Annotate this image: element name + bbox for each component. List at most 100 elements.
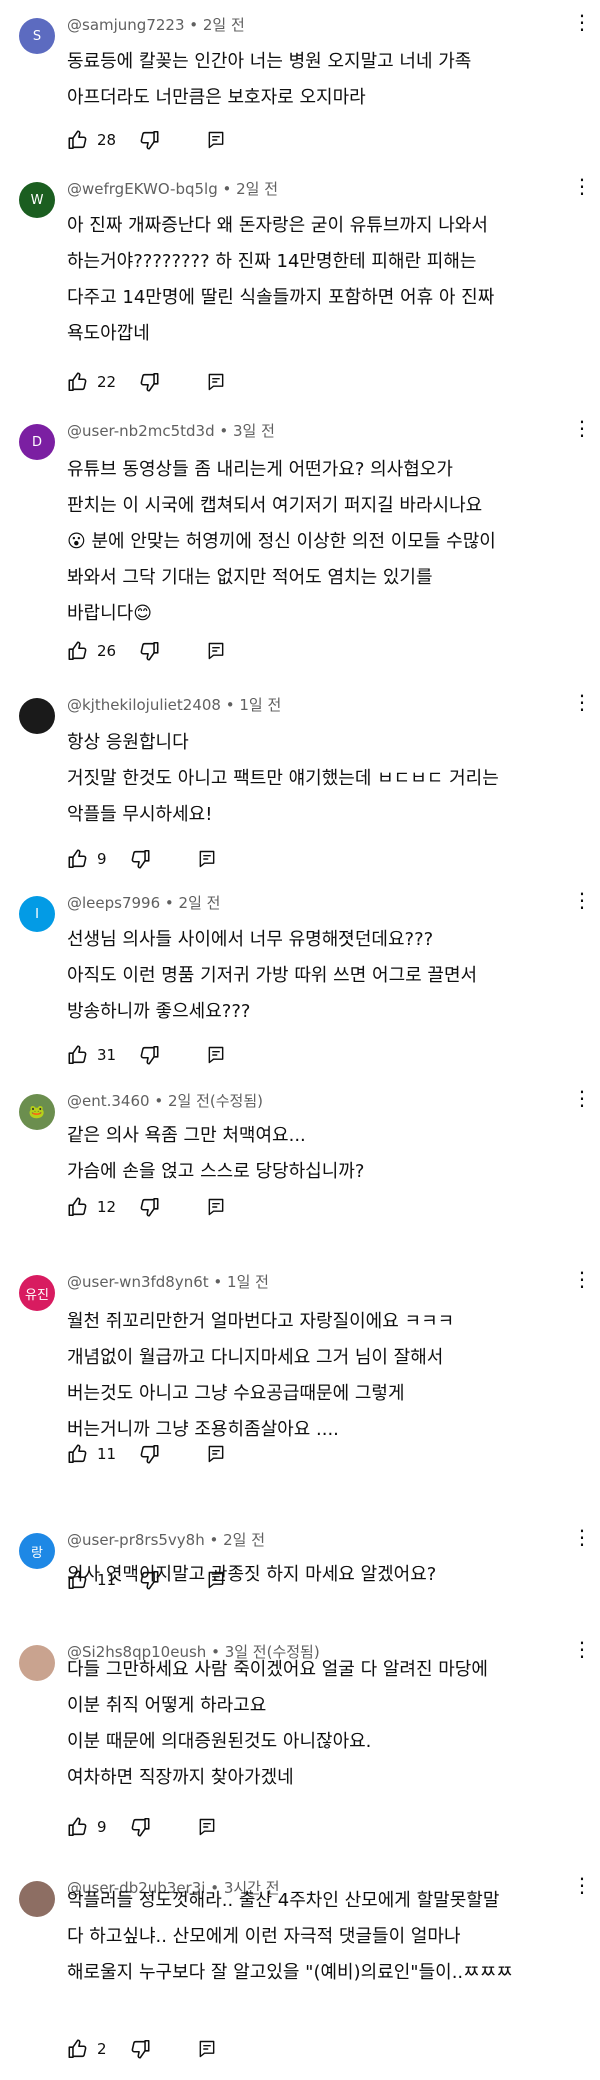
like-button[interactable]: 12 [67,1196,116,1218]
thumbs-down-icon [129,848,151,870]
like-count: 28 [97,131,117,149]
like-count: 11 [97,1445,117,1463]
like-button[interactable]: 11 [67,1569,116,1591]
dislike-button[interactable] [138,640,160,662]
comment-header: @kjthekilojuliet2408 • 1일 전 [67,694,281,715]
thumbs-down-icon [138,1044,160,1066]
dislike-button[interactable] [138,1044,160,1066]
dislike-button[interactable] [138,1196,160,1218]
comment-actions: 9 [67,1815,217,1839]
reply-button[interactable] [197,2039,217,2059]
reply-button[interactable] [197,1817,217,1837]
thumbs-up-icon [67,1569,89,1591]
avatar-initial: S [32,28,42,44]
like-button[interactable]: 28 [67,129,116,151]
avatar[interactable]: W [19,182,55,218]
avatar[interactable] [19,1645,55,1681]
comment-actions: 22 [67,370,226,394]
more-options-button[interactable]: ⋮ [572,12,592,32]
comment-line: 다주고 14만명에 딸린 식솔들까지 포함하면 어휴 아 진짜 [67,287,495,308]
reply-button[interactable] [206,1045,226,1065]
author-name[interactable]: @kjthekilojuliet2408 [67,696,221,714]
reply-button[interactable] [206,641,226,661]
thumbs-down-icon [138,1569,160,1591]
dislike-button[interactable] [138,1569,160,1591]
avatar[interactable]: I [19,896,55,932]
comment-line: 가슴에 손을 얹고 스스로 당당하십니까? [67,1161,365,1182]
avatar[interactable]: D [19,424,55,460]
comment-text: 선생님 의사들 사이에서 너무 유명해졋던데요??? 아직도 이런 명품 기저귀 … [67,922,577,1030]
comment-line: 😮 분에 안맞는 허영끼에 정신 이상한 의전 이모들 수많이 [67,531,496,552]
like-button[interactable]: 9 [67,848,107,870]
dislike-button[interactable] [129,2038,151,2060]
reply-button[interactable] [206,372,226,392]
author-name[interactable]: @user-pr8rs5vy8h [67,1531,205,1549]
comment-time: 3일 전 [233,422,275,440]
more-options-button[interactable]: ⋮ [572,1269,592,1289]
more-options-button[interactable]: ⋮ [572,1527,592,1547]
author-name[interactable]: @leeps7996 [67,894,160,912]
thumbs-up-icon [67,1816,89,1838]
comment-line: 방송하니까 좋으세요??? [67,1001,251,1022]
dislike-button[interactable] [138,1443,160,1465]
dislike-button[interactable] [138,129,160,151]
more-options-button[interactable]: ⋮ [572,176,592,196]
more-options-button[interactable]: ⋮ [572,1088,592,1108]
author-name[interactable]: @samjung7223 [67,16,185,34]
reply-icon [206,1045,226,1065]
avatar[interactable]: 🐸 [19,1094,55,1130]
reply-button[interactable] [197,849,217,869]
comment-line: 욕도아깝네 [67,323,150,344]
more-options-button[interactable]: ⋮ [572,418,592,438]
author-name[interactable]: @user-nb2mc5td3d [67,422,215,440]
like-button[interactable]: 31 [67,1044,116,1066]
comment-line: 악플러들 정도껏해라.. 출산 4주차인 산모에게 할말못할말 [67,1890,500,1911]
comment-line: 봐와서 그닥 기대는 없지만 적어도 염치는 있기를 [67,567,433,588]
author-name[interactable]: @ent.3460 [67,1092,150,1110]
comment-line: 선생님 의사들 사이에서 너무 유명해졋던데요??? [67,929,434,950]
comment-header: @wefrgEKWO-bq5lg • 2일 전 [67,178,278,199]
separator-dot: • [149,1092,168,1110]
thumbs-down-icon [138,1443,160,1465]
thumbs-up-icon [67,1443,89,1465]
comment-text: 같은 의사 욕좀 그만 처맥여요... 가슴에 손을 얹고 스스로 당당하십니까? [67,1118,577,1190]
like-button[interactable]: 2 [67,2038,107,2060]
comment-actions: 28 [67,128,226,152]
reply-button[interactable] [206,1444,226,1464]
comment-line: 하는거야???????? 하 진짜 14만명한테 피해란 피해는 [67,251,477,272]
comment-line: 다 하고싶냐.. 산모에게 이런 자극적 댓글들이 얼마나 [67,1926,461,1947]
edited-label: (수정됨) [209,1092,263,1110]
thumbs-up-icon [67,640,89,662]
like-button[interactable]: 11 [67,1443,116,1465]
avatar[interactable] [19,698,55,734]
avatar[interactable]: S [19,18,55,54]
like-button[interactable]: 9 [67,1816,107,1838]
dislike-button[interactable] [129,848,151,870]
avatar[interactable]: 랑 [19,1533,55,1569]
more-options-button[interactable]: ⋮ [572,890,592,910]
thumbs-down-icon [129,1816,151,1838]
dislike-button[interactable] [129,1816,151,1838]
like-count: 31 [97,1046,117,1064]
author-name[interactable]: @user-wn3fd8yn6t [67,1273,209,1291]
avatar[interactable]: 유진 [19,1275,55,1311]
author-name[interactable]: @wefrgEKWO-bq5lg [67,180,218,198]
comment-line: 거짓말 한것도 아니고 팩트만 얘기했는데 ㅂㄷㅂㄷ 거리는 [67,768,499,789]
reply-icon [206,1570,226,1590]
comment-time: 2일 전 [236,180,279,198]
like-button[interactable]: 22 [67,371,116,393]
more-vert-icon: ⋮ [572,416,592,440]
reply-icon [197,1817,217,1837]
comment-actions: 12 [67,1195,226,1219]
reply-button[interactable] [206,1570,226,1590]
comment-actions: 9 [67,847,217,871]
more-options-button[interactable]: ⋮ [572,692,592,712]
comment-line: 항상 응원합니다 [67,732,189,753]
like-button[interactable]: 26 [67,640,116,662]
comment-actions: 26 [67,639,226,663]
avatar[interactable] [19,1881,55,1917]
reply-button[interactable] [206,1197,226,1217]
comment-time: 2일 전 [223,1531,266,1549]
reply-button[interactable] [206,130,226,150]
dislike-button[interactable] [138,371,160,393]
